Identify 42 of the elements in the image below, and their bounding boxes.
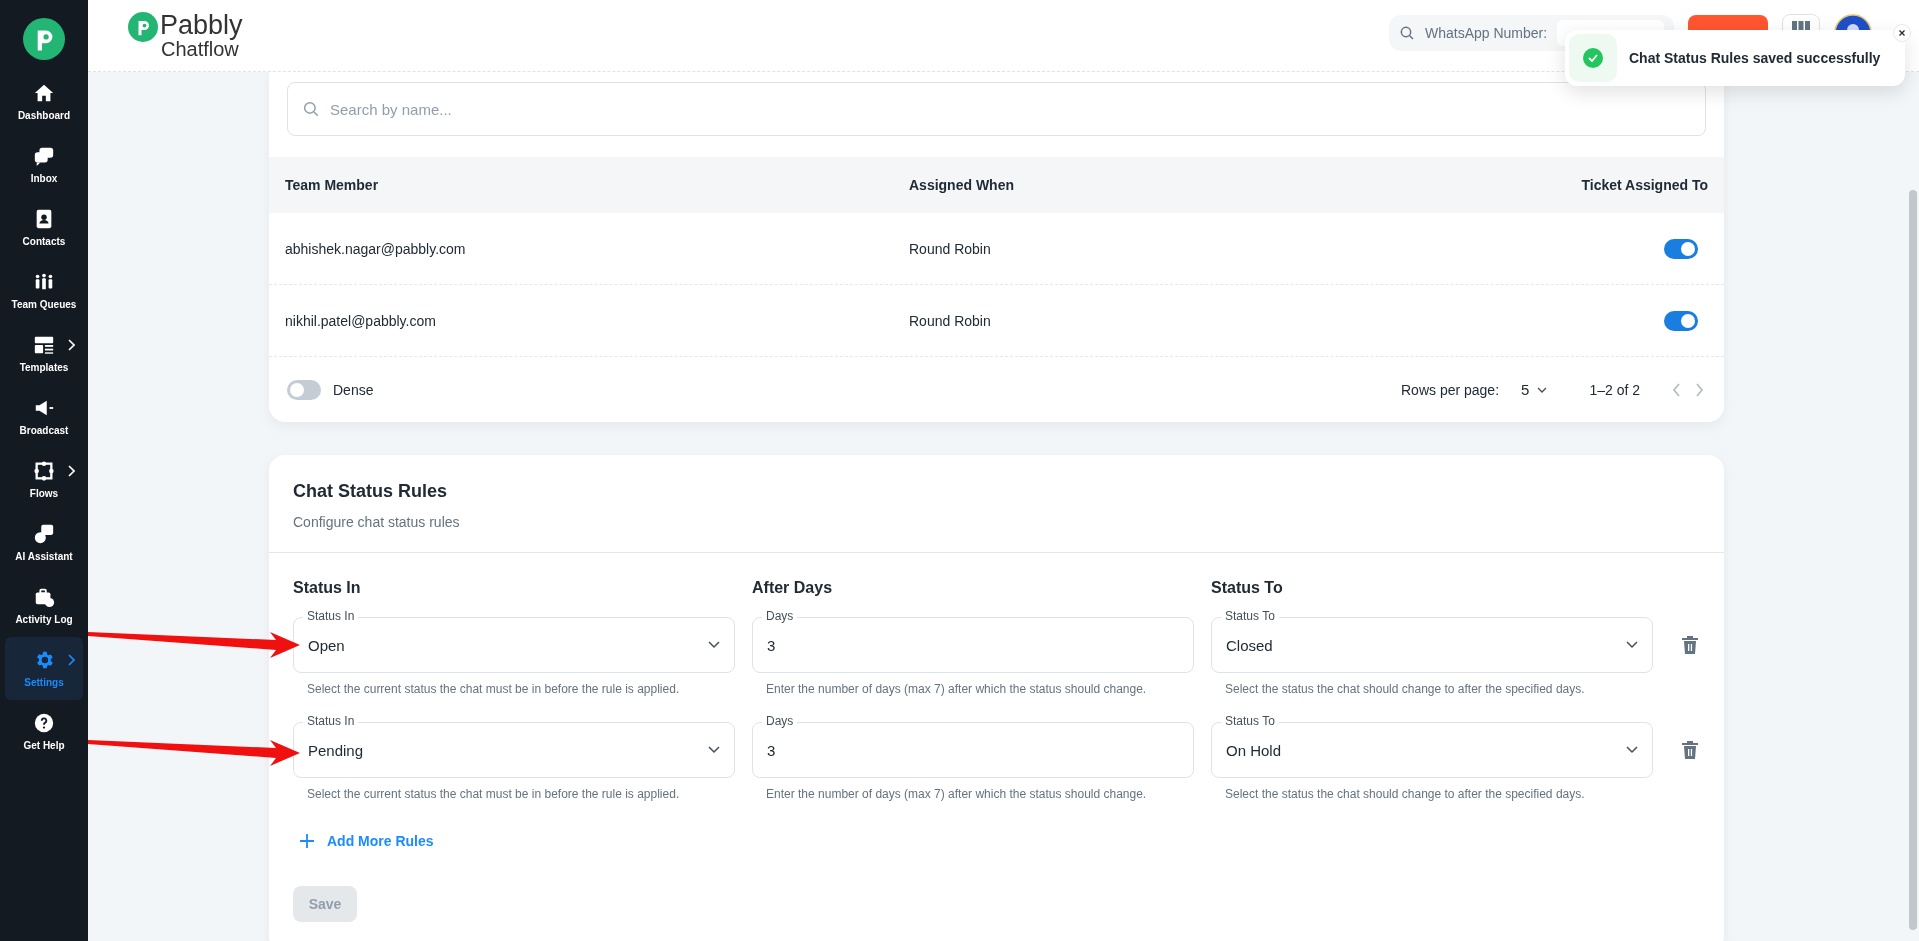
column-heading: After Days bbox=[752, 579, 834, 597]
rows-per-page-label: Rows per page: bbox=[1401, 381, 1500, 398]
helper-text: Select the current status the chat must be in before the rule is applied. bbox=[306, 786, 681, 803]
sidebar-item[interactable]: Settings bbox=[5, 637, 83, 700]
table-cell-text: nikhil.patel@pabbly.com bbox=[285, 312, 437, 329]
field-label: Status To bbox=[1221, 714, 1279, 728]
toggle-label: Dense bbox=[333, 381, 374, 398]
field-label: Status In bbox=[303, 609, 359, 623]
sidebar-item[interactable]: Team Queues bbox=[5, 259, 83, 322]
column-header: Team Member bbox=[285, 177, 380, 193]
field-label: Days bbox=[762, 714, 798, 728]
column-header: Assigned When bbox=[909, 177, 1015, 193]
card-title: Chat Status Rules bbox=[293, 481, 449, 502]
field-label: Status To bbox=[1221, 609, 1279, 623]
sidebar-item[interactable]: Dashboard bbox=[5, 70, 83, 133]
field-label: Status In bbox=[303, 714, 359, 728]
column-heading: Status To bbox=[1211, 579, 1284, 597]
card-subtitle: Configure chat status rules bbox=[293, 514, 461, 530]
column-heading: Status In bbox=[293, 579, 362, 597]
sidebar-item[interactable]: Templates bbox=[5, 322, 83, 385]
sidebar-item[interactable]: AI Assistant bbox=[5, 511, 83, 574]
page-range: 1–2 of 2 bbox=[1589, 381, 1640, 398]
sidebar-item[interactable]: Inbox bbox=[5, 133, 83, 196]
logo-subtitle: Chatflow bbox=[161, 39, 239, 59]
helper-text: Select the status the chat should change to after the specified days. bbox=[1224, 786, 1586, 803]
table-cell-text: Round Robin bbox=[909, 240, 992, 257]
sidebar-item[interactable]: Flows bbox=[5, 448, 83, 511]
sidebar-item[interactable]: Broadcast bbox=[5, 385, 83, 448]
rows-per-page-select[interactable]: 5 bbox=[1521, 381, 1548, 398]
search-field[interactable]: Search by name... bbox=[287, 82, 1706, 136]
table-cell-text: Round Robin bbox=[909, 312, 992, 329]
column-header: Ticket Assigned To bbox=[1580, 177, 1708, 193]
helper-text: Enter the number of days (max 7) after which the status should change. bbox=[765, 786, 1148, 803]
helper-text: Select the current status the chat must be in before the rule is applied. bbox=[306, 681, 681, 698]
field-label: Days bbox=[762, 609, 798, 623]
helper-text: Enter the number of days (max 7) after which the status should change. bbox=[765, 681, 1148, 698]
sidebar-item[interactable]: Contacts bbox=[5, 196, 83, 259]
toast-message: Chat Status Rules saved successfully bbox=[1629, 50, 1881, 66]
sidebar-item[interactable]: Activity Log bbox=[5, 574, 83, 637]
helper-text: Select the status the chat should change to after the specified days. bbox=[1224, 681, 1586, 698]
table-cell-text: abhishek.nagar@pabbly.com bbox=[285, 240, 467, 257]
sidebar-item[interactable]: Get Help bbox=[5, 700, 83, 763]
